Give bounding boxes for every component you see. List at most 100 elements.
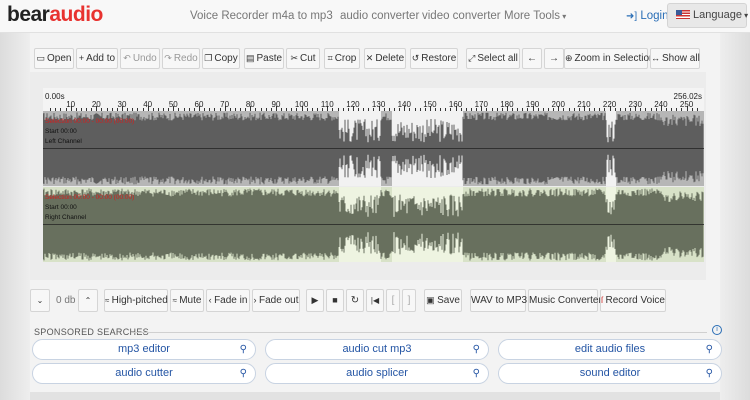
language-dropdown[interactable]: Language ▾	[667, 3, 748, 28]
caret-down-icon: ▾	[560, 12, 567, 21]
right-channel-waveform	[43, 187, 704, 262]
record-voice-label: Record Voice	[605, 295, 665, 306]
nav-video-converter[interactable]: video converter	[422, 10, 501, 22]
record-voice-button[interactable]: ſ Record Voice	[600, 289, 666, 312]
replay-button[interactable]: ↻	[346, 289, 364, 312]
ruler-label: 220	[602, 100, 617, 109]
arrow-right-icon: →	[549, 53, 559, 64]
wave-icon: ≈	[105, 296, 112, 305]
sponsored-search-5[interactable]: audio splicer ⚲	[265, 363, 489, 384]
copy-label: Copy	[214, 53, 238, 64]
ruler-label: 150	[423, 100, 437, 109]
x-icon: ✕	[365, 53, 374, 63]
ruler-label: 30	[117, 100, 127, 109]
ad-info-icon[interactable]: i	[712, 325, 722, 335]
chevron-down-icon: ⌄	[36, 296, 44, 305]
arrows-horizontal-icon: ↔	[651, 53, 660, 63]
move-right-button[interactable]: →	[544, 48, 564, 69]
search-icon: ⚲	[239, 368, 247, 379]
ruler-label: 80	[245, 100, 255, 109]
search-icon: ⚲	[239, 344, 247, 355]
marker-start-button[interactable]: [	[386, 289, 400, 312]
left-channel-track[interactable]: Selection 00:00 - 00:00 (00:00) Start 00…	[43, 111, 704, 186]
ruler-label: 10	[66, 100, 76, 109]
ruler-label: 110	[320, 100, 334, 109]
playback-controls: ⌄ 0 db ⌃ ≈ High-pitched ≈ Mute ‹ Fade in…	[30, 287, 706, 314]
volume-down-button[interactable]: ⌄	[30, 289, 50, 312]
mute-button[interactable]: ≈ Mute	[170, 289, 204, 312]
bottom-strip	[30, 392, 720, 400]
delete-label: Delete	[375, 53, 405, 64]
marker-end-button[interactable]: ]	[402, 289, 416, 312]
select-all-label: Select all	[477, 53, 518, 64]
right-selection-text: Selection 00:00 - 00:00 (00:00)	[45, 194, 135, 201]
right-channel-track[interactable]: Selection 00:00 - 00:00 (00:00) Start 00…	[43, 187, 704, 262]
save-icon: ▣	[426, 295, 438, 305]
restore-icon: ↺	[411, 53, 420, 63]
ruler-label: 120	[346, 100, 360, 109]
restore-button[interactable]: ↺ Restore	[410, 48, 458, 69]
right-gutter	[720, 33, 750, 400]
logo[interactable]: bearaudio	[7, 3, 103, 27]
sponsored-search-label: edit audio files	[574, 343, 646, 355]
crop-button[interactable]: ⌗ Crop	[324, 48, 360, 69]
sponsored-search-6[interactable]: sound editor ⚲	[498, 363, 722, 384]
nav-voice-recorder[interactable]: Voice Recorder	[190, 10, 269, 22]
time-ruler[interactable]: 0.00s 256.02s 10 20 30 40 50 60 70 80 90 100 110 12…	[43, 88, 704, 111]
logo-part-audio: audio	[49, 3, 103, 26]
zoom-in-selection-button[interactable]: ⊕ Zoom in Selection	[564, 48, 655, 69]
nav-audio-converter[interactable]: audio converter	[340, 10, 419, 22]
open-button[interactable]: ▭ Open	[34, 48, 74, 69]
ruler-label: 200	[551, 100, 565, 109]
left-start-text: Start 00:00	[45, 128, 77, 135]
sponsored-search-3[interactable]: edit audio files ⚲	[498, 339, 722, 360]
sponsored-search-label: audio cut mp3	[342, 343, 412, 355]
volume-up-button[interactable]: ⌃	[78, 289, 98, 312]
bracket-left-icon: [	[391, 295, 395, 306]
add-to-button[interactable]: + Add to	[76, 48, 118, 69]
ruler-label: 210	[577, 100, 591, 109]
nav-m4a-to-mp3[interactable]: m4a to mp3	[272, 10, 333, 22]
wav-to-mp3-button[interactable]: WAV to MP3	[470, 289, 527, 312]
folder-icon: ▭	[36, 53, 46, 63]
fade-in-button[interactable]: ‹ Fade in	[206, 289, 250, 312]
undo-label: Undo	[132, 53, 157, 64]
nav-more-tools[interactable]: More Tools ▾	[504, 10, 566, 22]
show-all-button[interactable]: ↔ Show all	[650, 48, 700, 69]
search-icon: ⚲	[705, 344, 713, 355]
cut-button[interactable]: ✂ Cut	[286, 48, 320, 69]
paste-button[interactable]: ▤ Paste	[244, 48, 284, 69]
sponsored-search-4[interactable]: audio cutter ⚲	[32, 363, 256, 384]
login-link[interactable]: ➜] Login	[626, 10, 669, 22]
undo-button[interactable]: ↶ Undo	[120, 48, 160, 69]
paste-icon: ▤	[245, 53, 255, 63]
stop-button[interactable]: ■	[326, 289, 344, 312]
music-converter-button[interactable]: Music Converter	[528, 289, 602, 312]
sponsored-search-1[interactable]: mp3 editor ⚲	[32, 339, 256, 360]
fade-in-label: Fade in	[214, 295, 248, 306]
ruler-label: 90	[271, 100, 281, 109]
mute-label: Mute	[179, 295, 202, 306]
fade-out-button[interactable]: › Fade out	[252, 289, 300, 312]
sponsored-search-2[interactable]: audio cut mp3 ⚲	[265, 339, 489, 360]
save-button[interactable]: ▣ Save	[424, 289, 462, 312]
ruler-label: 50	[168, 100, 178, 109]
crop-icon: ⌗	[327, 53, 333, 63]
ruler-label: 70	[220, 100, 230, 109]
cut-label: Cut	[299, 53, 316, 64]
copy-button[interactable]: ❐ Copy	[202, 48, 240, 69]
sponsored-search-label: mp3 editor	[118, 343, 170, 355]
ruler-label: 240	[654, 100, 668, 109]
left-channel-label: Left Channel	[45, 138, 82, 145]
arrow-left-icon: ←	[527, 53, 537, 64]
move-left-button[interactable]: ←	[522, 48, 542, 69]
redo-button[interactable]: ↷ Redo	[162, 48, 200, 69]
redo-icon: ↷	[164, 53, 172, 63]
high-pitched-button[interactable]: ≈ High-pitched	[104, 289, 168, 312]
skip-to-start-button[interactable]: |◀	[366, 289, 384, 312]
select-all-button[interactable]: ⤢ Select all	[466, 48, 520, 69]
delete-button[interactable]: ✕ Delete	[364, 48, 406, 69]
us-flag-icon	[676, 10, 690, 19]
fade-out-label: Fade out	[259, 295, 299, 306]
play-button[interactable]: ▶	[306, 289, 324, 312]
